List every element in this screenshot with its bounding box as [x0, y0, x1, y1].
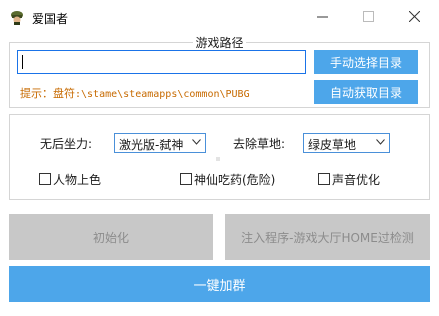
- chevron-down-icon: [192, 139, 201, 145]
- manual-select-dir-button[interactable]: 手动选择目录: [314, 50, 418, 74]
- grass-label: 去除草地:: [233, 137, 286, 151]
- text-caret: [22, 55, 23, 69]
- god-mode-pill-checkbox[interactable]: [180, 173, 192, 185]
- game-path-input[interactable]: [17, 50, 306, 74]
- sound-optimize-label: 声音优化: [332, 173, 381, 187]
- grass-select[interactable]: 绿皮草地: [303, 133, 390, 153]
- sound-optimize-checkbox[interactable]: [318, 173, 330, 185]
- separator-dot: [216, 157, 220, 161]
- title-bar: 爱国者: [0, 0, 439, 36]
- close-button[interactable]: [392, 0, 438, 34]
- maximize-icon: [363, 11, 374, 22]
- hint-path: :\stame\steamapps\common\PUBG: [75, 89, 250, 100]
- maximize-button[interactable]: [346, 0, 392, 34]
- game-path-legend: 游戏路径: [193, 36, 246, 50]
- character-color-checkbox[interactable]: [39, 173, 51, 185]
- window-title: 爱国者: [32, 12, 69, 26]
- god-mode-pill-label: 神仙吃药(危险): [194, 173, 276, 187]
- close-icon: [409, 11, 420, 22]
- join-group-button[interactable]: 一键加群: [9, 266, 430, 302]
- inject-program-button[interactable]: 注入程序-游戏大厅HOME过检测: [225, 214, 430, 260]
- recoil-select[interactable]: 激光版-弑神: [114, 133, 206, 153]
- minimize-button[interactable]: [300, 0, 346, 34]
- path-hint: 提示：盘符:\stame\steamapps\common\PUBG: [20, 85, 250, 101]
- character-color-label: 人物上色: [53, 173, 102, 187]
- recoil-select-value: 激光版-弑神: [119, 138, 184, 152]
- minimize-icon: [317, 16, 328, 18]
- grass-select-value: 绿皮草地: [308, 138, 357, 152]
- chevron-down-icon: [376, 139, 385, 145]
- hint-prefix: 提示：盘符: [20, 87, 75, 100]
- initialize-button[interactable]: 初始化: [9, 214, 213, 260]
- soldier-helmet-icon: [9, 9, 25, 25]
- auto-get-dir-button[interactable]: 自动获取目录: [314, 80, 418, 104]
- recoil-label: 无后坐力:: [40, 137, 93, 151]
